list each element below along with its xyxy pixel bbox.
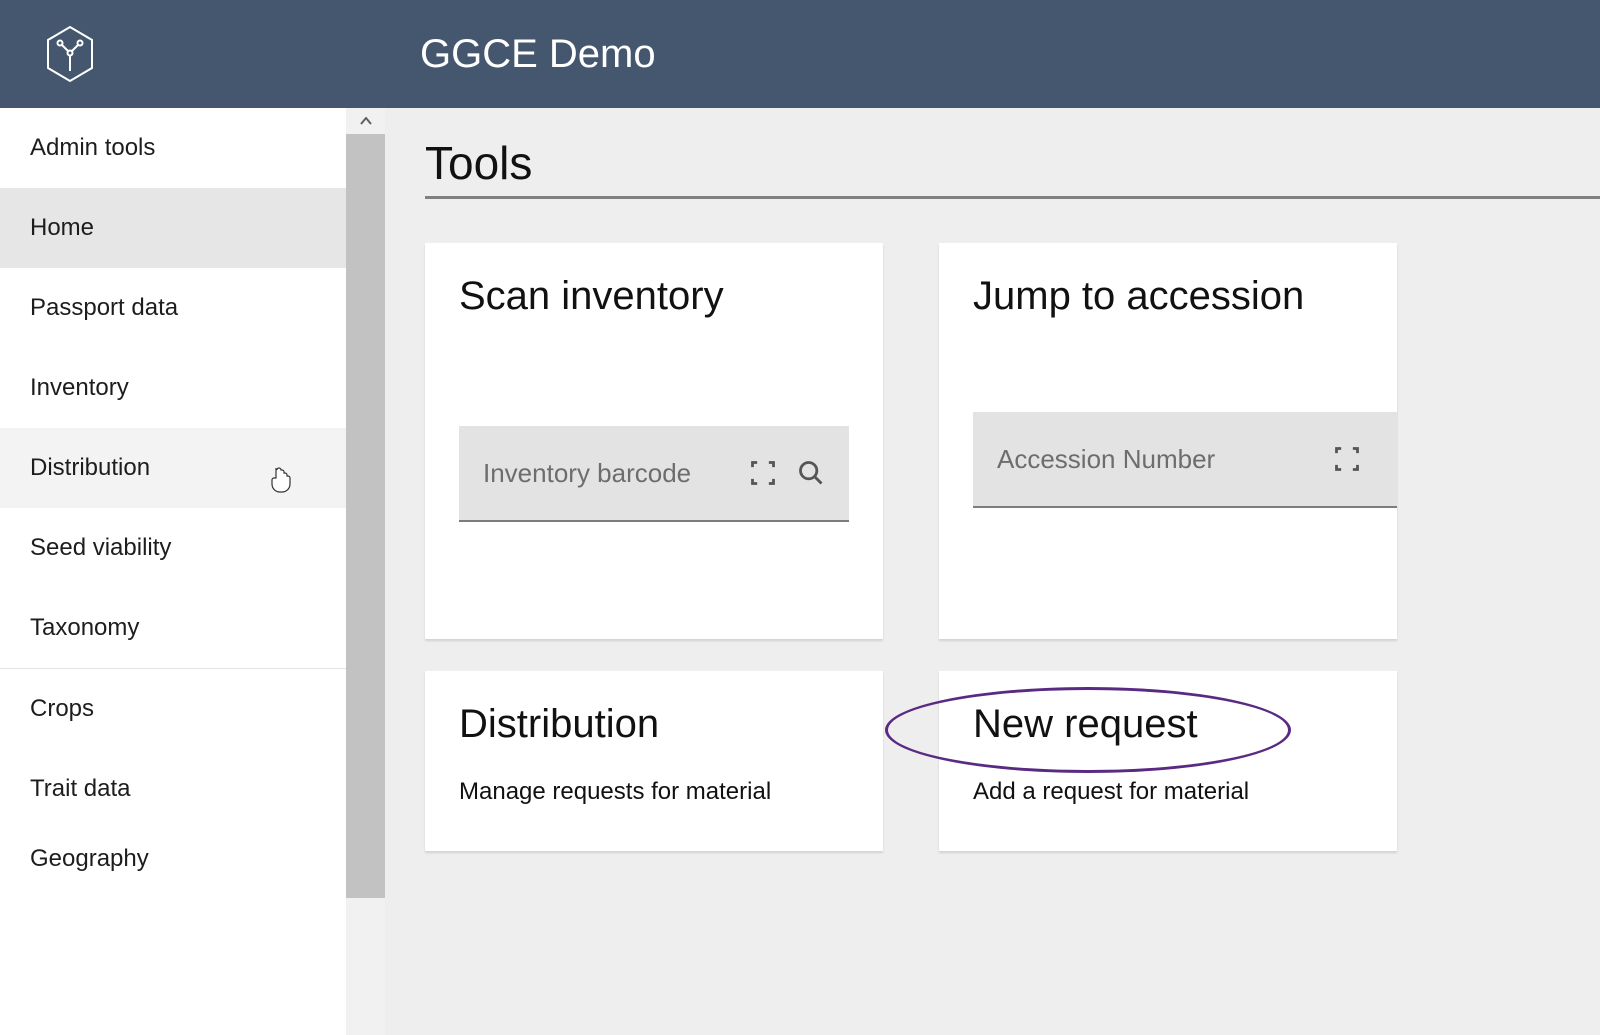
card-distribution[interactable]: Distribution Manage requests for materia…: [425, 671, 883, 851]
sidebar-item-label: Admin tools: [30, 134, 155, 162]
sidebar-item-trait-data[interactable]: Trait data: [0, 749, 346, 829]
sidebar-item-crops[interactable]: Crops: [0, 669, 346, 749]
sidebar-item-label: Crops: [30, 695, 94, 723]
tree-hex-icon: [46, 25, 94, 83]
inventory-barcode-input[interactable]: Inventory barcode: [459, 426, 849, 522]
scan-icon[interactable]: [1333, 445, 1361, 473]
card-title: Distribution: [459, 699, 849, 750]
cursor-pointer-icon: [268, 466, 292, 494]
sidebar-item-label: Seed viability: [30, 534, 171, 562]
card-title: Jump to accession: [973, 271, 1397, 322]
card-title: New request: [973, 699, 1363, 750]
sidebar: Admin tools Home Passport data Inventory…: [0, 108, 385, 1035]
input-placeholder: Accession Number: [997, 444, 1313, 475]
sidebar-item-label: Geography: [30, 845, 149, 873]
sidebar-item-geography[interactable]: Geography: [0, 829, 346, 889]
card-title: Scan inventory: [459, 271, 849, 322]
sidebar-item-label: Home: [30, 214, 94, 242]
scan-icon[interactable]: [749, 459, 777, 487]
sidebar-item-passport-data[interactable]: Passport data: [0, 268, 346, 348]
scroll-thumb[interactable]: [346, 134, 385, 898]
card-subtitle: Manage requests for material: [459, 778, 849, 806]
app-header: GGCE Demo: [0, 0, 1600, 108]
app-title: GGCE Demo: [420, 32, 656, 77]
sidebar-item-distribution[interactable]: Distribution: [0, 428, 346, 508]
main-content: Tools Scan inventory Inventory barcode: [385, 108, 1600, 1035]
page-title: Tools: [425, 136, 1600, 199]
sidebar-item-label: Taxonomy: [30, 614, 139, 642]
card-new-request[interactable]: New request Add a request for material: [939, 671, 1397, 851]
sidebar-item-home[interactable]: Home: [0, 188, 346, 268]
scroll-up-icon[interactable]: [346, 108, 385, 134]
tool-cards: Scan inventory Inventory barcode: [425, 243, 1600, 851]
accession-number-input[interactable]: Accession Number: [973, 412, 1397, 508]
sidebar-item-label: Trait data: [30, 775, 131, 803]
app-logo: [40, 19, 100, 89]
sidebar-item-seed-viability[interactable]: Seed viability: [0, 508, 346, 588]
sidebar-item-label: Passport data: [30, 294, 178, 322]
card-scan-inventory[interactable]: Scan inventory Inventory barcode: [425, 243, 883, 639]
card-jump-accession[interactable]: Jump to accession Accession Number: [939, 243, 1397, 639]
search-icon[interactable]: [797, 459, 825, 487]
sidebar-item-taxonomy[interactable]: Taxonomy: [0, 588, 346, 668]
sidebar-item-inventory[interactable]: Inventory: [0, 348, 346, 428]
sidebar-item-label: Inventory: [30, 374, 129, 402]
input-placeholder: Inventory barcode: [483, 458, 729, 489]
sidebar-item-admin-tools[interactable]: Admin tools: [0, 108, 346, 188]
sidebar-item-label: Distribution: [30, 454, 150, 482]
card-subtitle: Add a request for material: [973, 778, 1363, 806]
sidebar-scrollbar[interactable]: [346, 108, 385, 1035]
